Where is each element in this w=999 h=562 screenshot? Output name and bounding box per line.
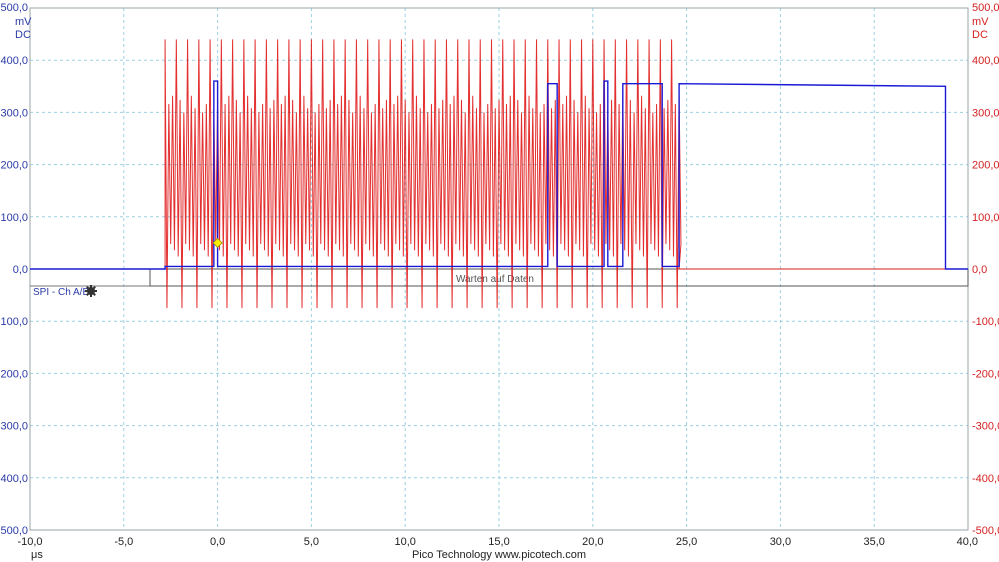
serial-decoder-name: SPI - Ch A/B xyxy=(33,287,89,298)
right-tick-label: 300,0 xyxy=(972,107,999,119)
left-tick-label: 0,0 xyxy=(13,264,28,276)
x-tick-label: 35,0 xyxy=(863,536,884,548)
oscilloscope-chart: Warten auf Daten SPI - Ch A/B 500,0400,0… xyxy=(0,0,999,562)
left-tick-label: -400,0 xyxy=(0,473,28,485)
right-tick-label: -300,0 xyxy=(972,421,999,433)
x-tick-label: -5,0 xyxy=(114,536,133,548)
right-axis-unit: mV xyxy=(972,16,989,28)
right-tick-label: 500,0 xyxy=(972,2,999,14)
right-tick-label: -400,0 xyxy=(972,473,999,485)
x-tick-label: 5,0 xyxy=(304,536,319,548)
x-tick-label: -10,0 xyxy=(17,536,42,548)
gear-icon[interactable] xyxy=(85,285,97,297)
right-tick-label: 100,0 xyxy=(972,212,999,224)
x-tick-label: 15,0 xyxy=(488,536,509,548)
left-tick-label: 100,0 xyxy=(0,212,28,224)
right-tick-label: -100,0 xyxy=(972,316,999,328)
x-tick-label: 0,0 xyxy=(210,536,225,548)
x-axis-label: μs xyxy=(31,549,43,561)
left-axis-coupling: DC xyxy=(15,29,31,41)
left-tick-label: -300,0 xyxy=(0,421,28,433)
x-tick-label: 25,0 xyxy=(676,536,697,548)
left-tick-label: 300,0 xyxy=(0,107,28,119)
right-tick-label: -200,0 xyxy=(972,368,999,380)
left-tick-label: 200,0 xyxy=(0,160,28,172)
right-tick-label: 0,0 xyxy=(972,264,987,276)
right-tick-label: 400,0 xyxy=(972,55,999,67)
serial-decoder-label[interactable]: SPI - Ch A/B xyxy=(33,285,97,298)
x-tick-label: 20,0 xyxy=(582,536,603,548)
left-tick-label: -100,0 xyxy=(0,316,28,328)
left-tick-label: 400,0 xyxy=(0,55,28,67)
footer-text: Pico Technology www.picotech.com xyxy=(412,549,586,561)
x-tick-label: 40,0 xyxy=(957,536,978,548)
right-tick-label: 200,0 xyxy=(972,160,999,172)
left-axis-unit: mV xyxy=(15,16,32,28)
x-tick-label: 10,0 xyxy=(394,536,415,548)
left-tick-label: 500,0 xyxy=(0,2,28,14)
right-axis-coupling: DC xyxy=(972,29,988,41)
x-tick-label: 30,0 xyxy=(770,536,791,548)
left-tick-label: -200,0 xyxy=(0,368,28,380)
